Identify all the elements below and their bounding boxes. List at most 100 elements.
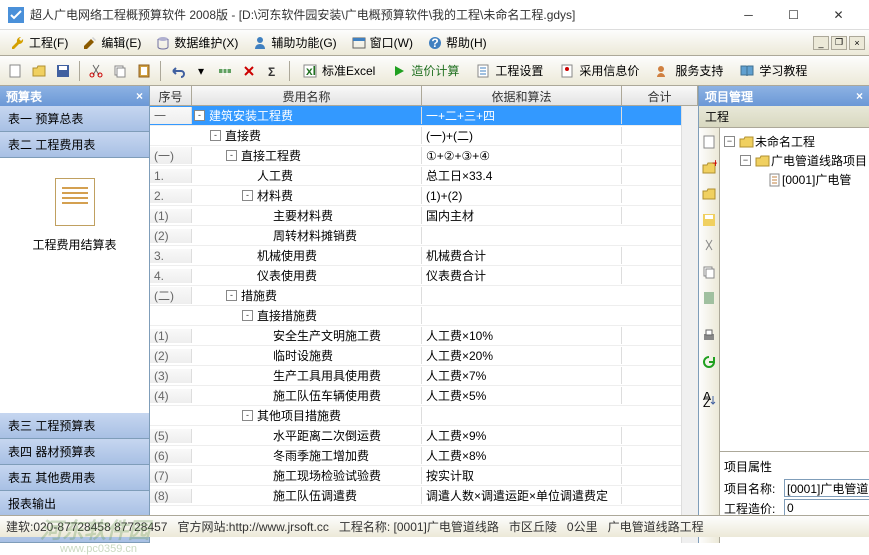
adopt-info-button[interactable]: 采用信息价: [552, 59, 646, 82]
tree-toggle-icon[interactable]: -: [242, 410, 253, 421]
tree-toggle-icon[interactable]: -: [226, 290, 237, 301]
table-row[interactable]: -直接费(一)+(二)0: [150, 126, 698, 146]
table-row[interactable]: (二)-措施费0: [150, 286, 698, 306]
table-row[interactable]: (3)生产工具用具使用费人工费×7%0: [150, 366, 698, 386]
table-row[interactable]: (8)施工队伍调遣费调遣人数×调遣运距×单位调遣费定0: [150, 486, 698, 506]
table-row[interactable]: 4.仪表使用费仪表费合计0: [150, 266, 698, 286]
tree-toggle-icon[interactable]: -: [242, 190, 253, 201]
open-button[interactable]: [28, 60, 50, 82]
tree-toggle-icon[interactable]: -: [226, 150, 237, 161]
calc-button[interactable]: 造价计算: [384, 59, 466, 82]
table-row[interactable]: (2)周转材料摊销费0: [150, 226, 698, 246]
delete-button[interactable]: [238, 60, 260, 82]
tree-child1[interactable]: − 广电管道线路项目: [724, 151, 869, 170]
panel-close-icon[interactable]: ×: [136, 89, 143, 103]
table-row[interactable]: (1)安全生产文明施工费人工费×10%0: [150, 326, 698, 346]
table-row[interactable]: 1.人工费总工日×33.40: [150, 166, 698, 186]
tab-material-budget[interactable]: 表四 器材预算表: [0, 439, 149, 465]
col-total[interactable]: 合计: [622, 86, 698, 105]
vertical-scrollbar[interactable]: [681, 106, 698, 543]
paste-file-icon[interactable]: [699, 288, 719, 308]
tab-budget-summary[interactable]: 表一 预算总表: [0, 106, 149, 132]
tree-toggle-icon[interactable]: -: [242, 310, 253, 321]
folder-icon: [739, 135, 755, 149]
cut-button[interactable]: [85, 60, 107, 82]
tree-toggle-icon[interactable]: -: [194, 110, 205, 121]
copy-button[interactable]: [109, 60, 131, 82]
minimize-button[interactable]: ─: [726, 1, 771, 29]
icon-area: 工程费用结算表: [0, 158, 149, 413]
print-icon[interactable]: [699, 326, 719, 346]
grid-body[interactable]: 一-建筑安装工程费一+二+三+四0-直接费(一)+(二)0(一)-直接工程费①+…: [150, 106, 698, 543]
proj-set-button[interactable]: 工程设置: [468, 59, 550, 82]
menu-project[interactable]: 工程(F): [4, 32, 74, 53]
app-icon: [8, 7, 24, 23]
col-basis[interactable]: 依据和算法: [422, 86, 622, 105]
mdi-minimize[interactable]: _: [813, 36, 829, 50]
project-tree[interactable]: − 未命名工程 − 广电管道线路项目 [0001]广电管: [720, 128, 869, 451]
new-folder-icon[interactable]: +: [699, 158, 719, 178]
main-area: 预算表 × 表一 预算总表 表二 工程费用表 工程费用结算表 表三 工程预算表 …: [0, 86, 869, 543]
svg-text:+: +: [712, 160, 717, 170]
status-area: 市区丘陵: [509, 518, 557, 535]
menu-edit[interactable]: 编辑(E): [76, 32, 147, 53]
insert-row-button[interactable]: [214, 60, 236, 82]
table-row[interactable]: (2)临时设施费人工费×20%0: [150, 346, 698, 366]
mdi-restore[interactable]: ❐: [831, 36, 847, 50]
statusbar: 建软:020-87728458 87728457 官方网站:http://www…: [0, 515, 869, 537]
paste-button[interactable]: [133, 60, 155, 82]
database-icon: [155, 35, 171, 51]
tab-other-fee[interactable]: 表五 其他费用表: [0, 465, 149, 491]
table-row[interactable]: (6)冬雨季施工增加费人工费×8%0: [150, 446, 698, 466]
table-row[interactable]: 一-建筑安装工程费一+二+三+四0: [150, 106, 698, 126]
menu-data[interactable]: 数据维护(X): [149, 32, 244, 53]
expand-icon[interactable]: −: [740, 155, 751, 166]
sort-icon[interactable]: AZ: [699, 390, 719, 410]
sum-button[interactable]: Σ: [262, 60, 284, 82]
close-button[interactable]: ✕: [816, 1, 861, 29]
right-panel-close-icon[interactable]: ×: [856, 89, 863, 103]
status-phone: 建软:020-87728458 87728457: [6, 518, 167, 535]
tree-root[interactable]: − 未命名工程: [724, 132, 869, 151]
mdi-close[interactable]: ×: [849, 36, 865, 50]
cut-file-icon[interactable]: [699, 236, 719, 256]
left-panel-header: 预算表 ×: [0, 86, 149, 106]
svg-text:xl: xl: [306, 64, 316, 78]
col-name[interactable]: 费用名称: [192, 86, 422, 105]
table-row[interactable]: 2.-材料费(1)+(2)0: [150, 186, 698, 206]
table-row[interactable]: (1)主要材料费国内主材0: [150, 206, 698, 226]
table-row[interactable]: -直接措施费0: [150, 306, 698, 326]
document-icon[interactable]: [55, 178, 95, 226]
open-folder-icon[interactable]: [699, 184, 719, 204]
copy-file-icon[interactable]: [699, 262, 719, 282]
table-row[interactable]: (一)-直接工程费①+②+③+④0: [150, 146, 698, 166]
table-row[interactable]: (5)水平距离二次倒运费人工费×9%0: [150, 426, 698, 446]
expand-icon[interactable]: −: [724, 136, 735, 147]
col-seq[interactable]: 序号: [150, 86, 192, 105]
undo-button[interactable]: [166, 60, 188, 82]
prop-name-input[interactable]: [784, 479, 869, 497]
save-button[interactable]: [52, 60, 74, 82]
std-excel-button[interactable]: xl 标准Excel: [295, 59, 382, 82]
tab-project-fee[interactable]: 表二 工程费用表: [0, 132, 149, 158]
save-file-icon[interactable]: [699, 210, 719, 230]
tree-toggle-icon[interactable]: -: [210, 130, 221, 141]
table-row[interactable]: (4)施工队伍车辆使用费人工费×5%0: [150, 386, 698, 406]
refresh-icon[interactable]: [699, 352, 719, 372]
table-row[interactable]: (7)施工现场检验试验费按实计取0: [150, 466, 698, 486]
dropdown-icon[interactable]: ▾: [190, 60, 212, 82]
menu-help[interactable]: ? 帮助(H): [421, 32, 493, 53]
tab-report-output[interactable]: 报表输出: [0, 491, 149, 517]
table-row[interactable]: 3.机械使用费机械费合计0: [150, 246, 698, 266]
menu-window[interactable]: 窗口(W): [345, 32, 419, 53]
tutorial-button[interactable]: 学习教程: [732, 59, 814, 82]
service-button[interactable]: 服务支持: [648, 59, 730, 82]
tree-child2[interactable]: [0001]广电管: [724, 170, 869, 189]
maximize-button[interactable]: ☐: [771, 1, 816, 29]
menu-assist[interactable]: 辅助功能(G): [246, 32, 342, 53]
new-button[interactable]: [4, 60, 26, 82]
new-file-icon[interactable]: [699, 132, 719, 152]
tab-project-budget[interactable]: 表三 工程预算表: [0, 413, 149, 439]
status-project: 工程名称: [0001]广电管道线路: [339, 518, 499, 535]
table-row[interactable]: -其他项目措施费0: [150, 406, 698, 426]
